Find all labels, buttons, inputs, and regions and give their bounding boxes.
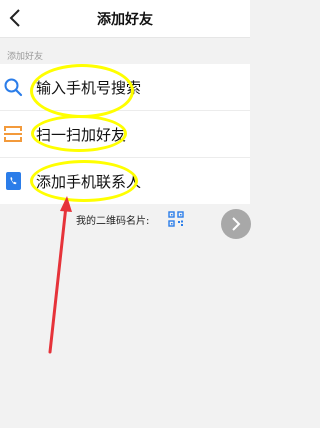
annotation-arrow — [48, 196, 72, 354]
